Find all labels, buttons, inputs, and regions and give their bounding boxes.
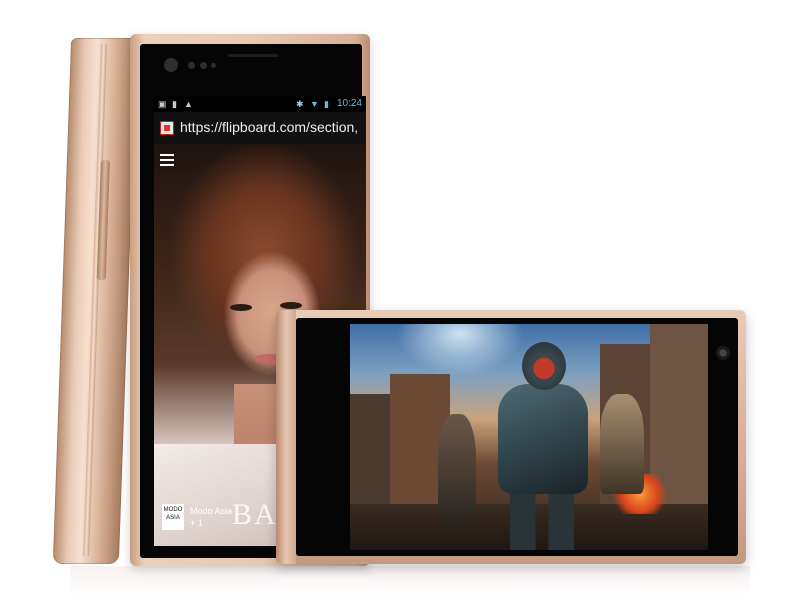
game-hero-helmet: [522, 342, 566, 390]
phone-front-panel: [296, 318, 738, 556]
plus-count: + 1: [190, 518, 203, 528]
clock: 10:24: [336, 98, 362, 109]
sensor-dot: [188, 62, 195, 69]
url-text: https://flipboard.com/section,: [180, 119, 359, 135]
status-bar: ▣ ▮ ▲ ✱ ▼ ▮ 10:24: [154, 96, 366, 112]
image-notification-icon: ▣: [158, 99, 167, 109]
game-hero-body: [498, 384, 588, 494]
favicon-icon: [160, 121, 174, 135]
address-bar[interactable]: https://flipboard.com/section,: [154, 112, 366, 144]
landscape-phone: [276, 310, 746, 564]
game-zombie: [438, 414, 476, 524]
game-screen[interactable]: [350, 324, 708, 550]
bluetooth-icon: ✱: [296, 99, 304, 109]
sensor-dot: [211, 63, 216, 68]
source-logo: MODO ASIA: [162, 504, 184, 530]
warning-icon: ▲: [184, 99, 193, 109]
floor-reflection: [70, 566, 750, 596]
wifi-icon: ▼: [310, 99, 319, 109]
menu-icon[interactable]: [160, 154, 174, 166]
sensor-dot: [200, 62, 207, 69]
front-camera-icon: [716, 346, 730, 360]
battery-icon: ▮: [324, 99, 329, 109]
game-zombie: [600, 394, 644, 494]
photo-eye: [280, 302, 302, 309]
front-camera-icon: [164, 58, 178, 72]
side-view-phone: [52, 38, 138, 564]
source-name: Modo Asia: [190, 506, 233, 516]
photo-eye: [230, 304, 252, 311]
sd-card-icon: ▮: [172, 99, 177, 109]
side-rail: [83, 44, 107, 556]
earpiece: [228, 54, 278, 57]
phone-edge: [276, 310, 296, 564]
